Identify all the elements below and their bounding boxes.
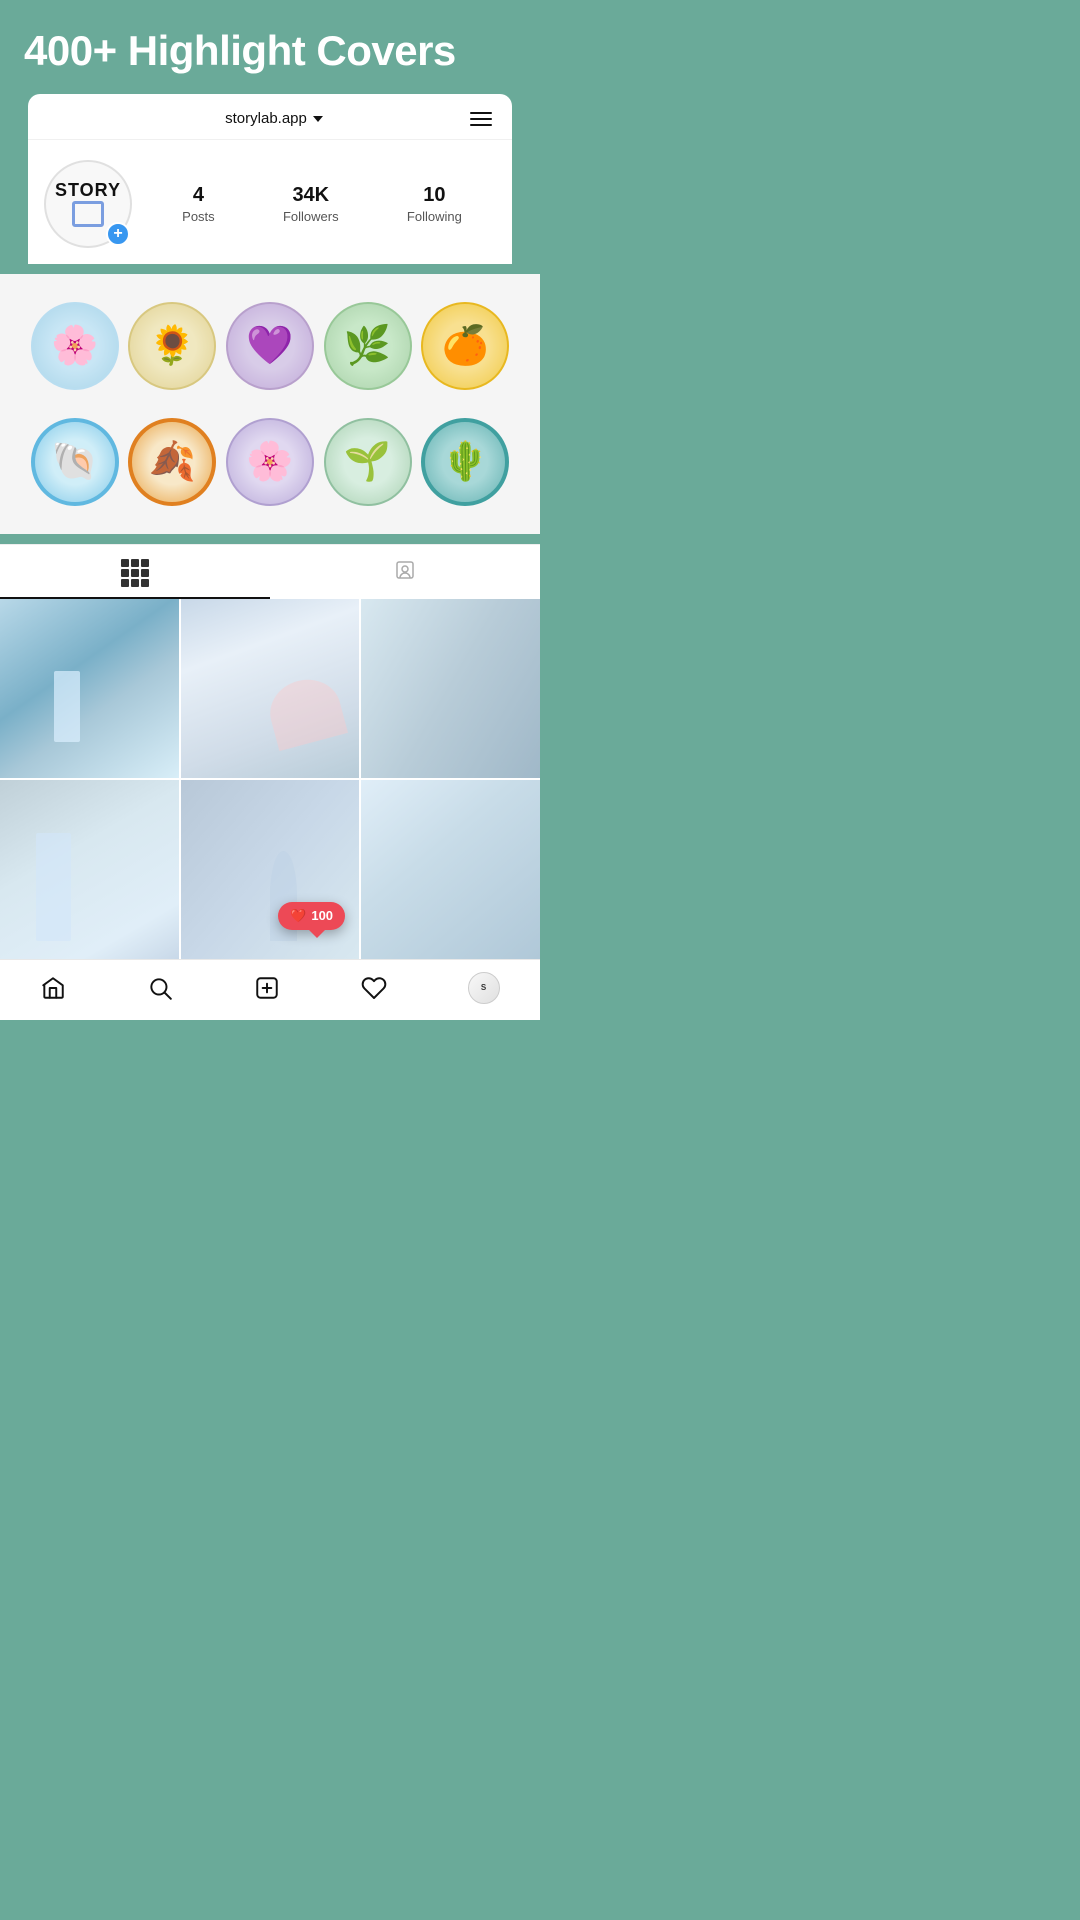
highlight-circle-9: 🌱 [324, 418, 412, 506]
avatar-inner: STORY [55, 181, 121, 227]
heart-icon: ❤️ [290, 908, 306, 924]
photo-cell-6[interactable] [361, 780, 540, 959]
search-icon [147, 975, 173, 1001]
photo-cell-3[interactable] [361, 599, 540, 778]
highlight-circle-2: 🌻 [128, 302, 216, 390]
nav-heart[interactable] [345, 975, 403, 1001]
teal-divider [0, 534, 540, 544]
following-label: Following [407, 209, 462, 224]
highlight-circle-8: 🌸 [226, 418, 314, 506]
profile-tabs [0, 544, 540, 599]
home-icon [40, 975, 66, 1001]
highlight-2[interactable]: 🌻 [128, 302, 216, 390]
like-count: 100 [311, 908, 333, 923]
add-story-button[interactable]: + [106, 222, 130, 246]
photo-cell-1[interactable] [0, 599, 179, 778]
profile-thumb-text: S [481, 983, 486, 992]
posts-label: Posts [182, 209, 215, 224]
bottom-section: ❤️ 100 [0, 544, 540, 958]
topbar: storylab.app [28, 94, 512, 140]
like-notification: ❤️ 100 [278, 902, 345, 930]
following-stat[interactable]: 10 Following [407, 184, 462, 224]
teal-spacer [0, 264, 540, 274]
profile-thumb: S [468, 972, 500, 1004]
highlight-circle-1: 🌸 [31, 302, 119, 390]
highlight-circle-4: 🌿 [324, 302, 412, 390]
tab-tagged[interactable] [270, 545, 540, 599]
add-icon [254, 975, 280, 1001]
hamburger-button[interactable] [470, 112, 492, 126]
nav-home[interactable] [24, 975, 82, 1001]
nav-search[interactable] [131, 975, 189, 1001]
posts-count: 4 [193, 184, 204, 207]
avatar-wrap: STORY + [44, 160, 132, 248]
highlight-4[interactable]: 🌿 [324, 302, 412, 390]
page-wrapper: 400+ Highlight Covers storylab.app STORY [0, 0, 540, 1020]
bottom-nav: S [0, 959, 540, 1020]
instagram-card: storylab.app STORY + 4 [28, 94, 512, 264]
following-count: 10 [423, 184, 445, 207]
highlights-row-2: 🐚 🍂 🌸 🌱 🌵 [10, 410, 530, 514]
photo-cell-4[interactable] [0, 780, 179, 959]
nav-profile[interactable]: S [452, 972, 516, 1004]
highlight-3[interactable]: 💜 [226, 302, 314, 390]
highlight-circle-5: 🍊 [421, 302, 509, 390]
domain-text: storylab.app [225, 110, 307, 127]
highlight-9[interactable]: 🌱 [324, 418, 412, 506]
highlights-row-1: 🌸 🌻 💜 🌿 🍊 [10, 294, 530, 398]
highlight-circle-10: 🌵 [421, 418, 509, 506]
photo-cell-5[interactable]: ❤️ 100 [181, 780, 360, 959]
highlight-10[interactable]: 🌵 [421, 418, 509, 506]
highlight-6[interactable]: 🐚 [31, 418, 119, 506]
grid-icon [121, 559, 149, 587]
profile-section: STORY + 4 Posts 34K Followers 10 Follow [28, 140, 512, 264]
profile-stats: 4 Posts 34K Followers 10 Following [148, 184, 496, 224]
nav-add[interactable] [238, 975, 296, 1001]
photo-cell-2[interactable] [181, 599, 360, 778]
avatar-text: STORY [55, 181, 121, 199]
avatar-rect-decoration [72, 201, 104, 227]
followers-label: Followers [283, 209, 339, 224]
highlight-1[interactable]: 🌸 [31, 302, 119, 390]
highlight-7[interactable]: 🍂 [128, 418, 216, 506]
highlight-circle-6: 🐚 [31, 418, 119, 506]
highlights-section: 🌸 🌻 💜 🌿 🍊 🐚 🍂 🌸 [0, 274, 540, 534]
highlight-circle-3: 💜 [226, 302, 314, 390]
photo-grid: ❤️ 100 [0, 599, 540, 958]
highlight-8[interactable]: 🌸 [226, 418, 314, 506]
person-icon [393, 559, 417, 583]
chevron-down-icon [313, 116, 323, 122]
hero-title: 400+ Highlight Covers [0, 0, 540, 94]
posts-stat: 4 Posts [182, 184, 215, 224]
highlight-5[interactable]: 🍊 [421, 302, 509, 390]
tab-grid[interactable] [0, 545, 270, 599]
heart-icon [361, 975, 387, 1001]
domain-bar[interactable]: storylab.app [225, 110, 323, 127]
highlight-circle-7: 🍂 [128, 418, 216, 506]
followers-stat[interactable]: 34K Followers [283, 184, 339, 224]
followers-count: 34K [292, 184, 329, 207]
